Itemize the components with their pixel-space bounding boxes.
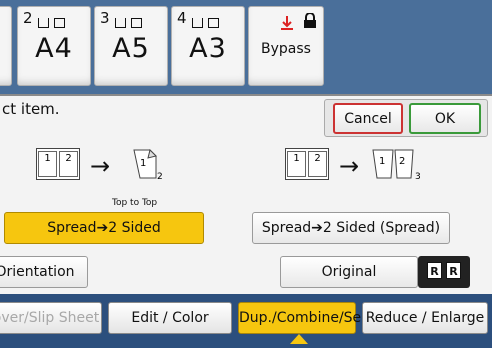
tab-reduce-enlarge[interactable]: Reduce / Enlarge bbox=[362, 302, 488, 334]
tray-number: 4 bbox=[177, 9, 187, 27]
dialog-button-group: Cancel OK bbox=[324, 99, 488, 137]
r-orientation-icon: R bbox=[446, 262, 461, 279]
two-sided-spread-icon: 12 bbox=[371, 148, 419, 188]
svg-text:2: 2 bbox=[399, 156, 405, 167]
instruction-text: ct item. bbox=[2, 100, 60, 118]
open-book-icon: 1 2 bbox=[36, 148, 80, 180]
paper-sheet-icon bbox=[208, 18, 219, 28]
svg-text:1: 1 bbox=[379, 156, 385, 167]
sheet-count: 2 bbox=[157, 172, 163, 182]
orientation-button[interactable]: Orientation bbox=[0, 256, 88, 288]
paper-sheet-icon bbox=[131, 18, 142, 28]
cancel-button[interactable]: Cancel bbox=[333, 103, 403, 134]
page-number: 1 bbox=[287, 151, 306, 177]
paper-tray-icon bbox=[38, 18, 49, 28]
tray-3-button[interactable]: 3 A5 bbox=[94, 6, 168, 86]
tab-edit-color[interactable]: Edit / Color bbox=[108, 302, 232, 334]
tray-paper-size: A4 bbox=[35, 33, 73, 64]
tray-number: 2 bbox=[23, 9, 33, 27]
paper-tray-icon bbox=[192, 18, 203, 28]
paper-tray-icon bbox=[115, 18, 126, 28]
r-orientation-icon: R bbox=[427, 262, 442, 279]
tray-number: 3 bbox=[100, 9, 110, 27]
arrow-right-icon: → bbox=[339, 152, 360, 180]
page-number: 2 bbox=[59, 151, 78, 177]
function-tabs: over/Slip Sheet Edit / Color Dup./Combin… bbox=[0, 294, 492, 348]
sheet-count: 3 bbox=[415, 172, 421, 182]
tray-2-button[interactable]: 2 A4 bbox=[17, 6, 91, 86]
spread-to-2sided-diagram: 1 2 → 1 2 bbox=[36, 148, 176, 186]
dup-combine-panel: ct item. Cancel OK 1 2 → 1 2 Top to Top … bbox=[0, 94, 492, 310]
ok-button[interactable]: OK bbox=[409, 103, 481, 134]
tab-cover-slip-sheet[interactable]: over/Slip Sheet bbox=[0, 302, 102, 334]
tray-paper-size: A3 bbox=[189, 33, 227, 64]
two-sided-sheet-icon: 1 bbox=[132, 148, 162, 188]
lock-icon bbox=[303, 12, 317, 28]
bypass-tray-button[interactable]: Bypass bbox=[248, 6, 324, 86]
svg-text:1: 1 bbox=[140, 158, 146, 169]
page-number: 2 bbox=[308, 151, 327, 177]
active-tab-indicator bbox=[290, 334, 308, 344]
paper-tray-bar: 2 A4 3 A5 4 A3 Bypass bbox=[0, 0, 492, 94]
tab-dup-combine-series[interactable]: Dup./Combine/Series bbox=[238, 302, 387, 334]
original-orientation-button[interactable]: Original Orientation bbox=[280, 256, 418, 310]
paper-sheet-icon bbox=[54, 18, 65, 28]
tray-paper-size: A5 bbox=[112, 33, 150, 64]
page-number: 1 bbox=[38, 151, 57, 177]
orientation-caption: Top to Top bbox=[112, 198, 158, 208]
spread-to-2sided-spread-diagram: 1 2 → 12 3 bbox=[285, 148, 435, 186]
bypass-label: Bypass bbox=[261, 41, 311, 57]
orientation-indicator-icon: R R bbox=[418, 256, 470, 288]
arrow-right-icon: → bbox=[90, 152, 111, 180]
spread-to-2sided-spread-button[interactable]: Spread➔2 Sided (Spread) bbox=[252, 212, 450, 244]
bypass-feed-icon bbox=[279, 15, 295, 35]
tray-partial[interactable] bbox=[0, 6, 12, 86]
open-book-icon: 1 2 bbox=[285, 148, 329, 180]
tray-4-button[interactable]: 4 A3 bbox=[171, 6, 245, 86]
spread-to-2sided-button[interactable]: Spread➔2 Sided bbox=[4, 212, 204, 244]
